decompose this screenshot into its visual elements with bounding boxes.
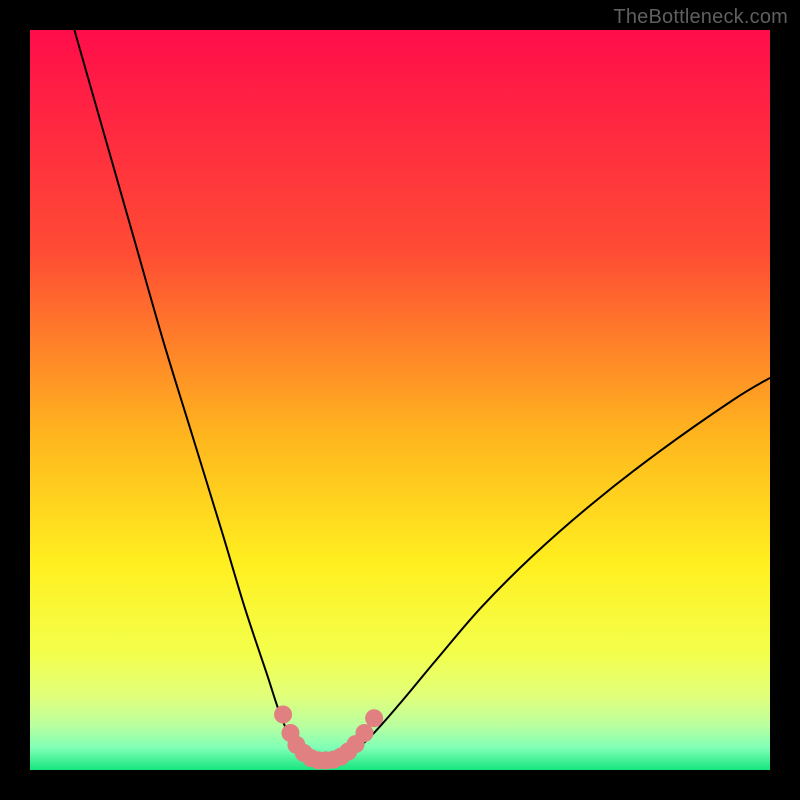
chart-frame: TheBottleneck.com — [0, 0, 800, 800]
gradient-background — [30, 30, 770, 770]
minimum-dot — [365, 709, 383, 727]
plot-area — [30, 30, 770, 770]
minimum-dot — [274, 706, 292, 724]
minimum-dot — [355, 724, 373, 742]
bottleneck-chart — [30, 30, 770, 770]
watermark-text: TheBottleneck.com — [613, 6, 788, 29]
